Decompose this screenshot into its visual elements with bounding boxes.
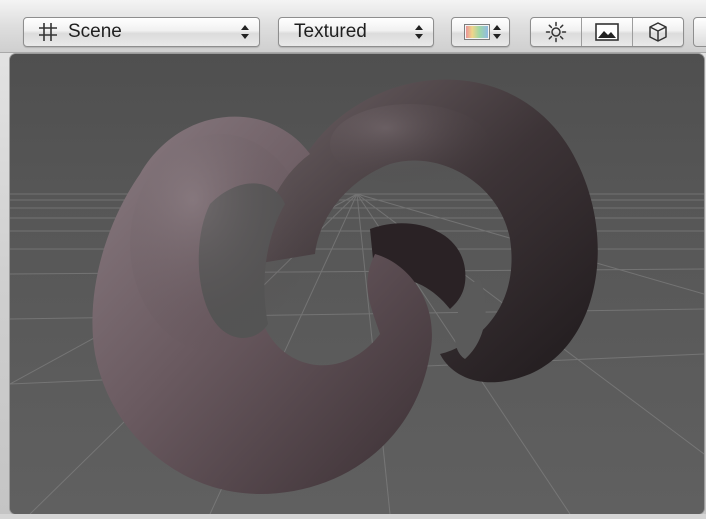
scene-toolbar: Scene Textured [0,0,706,53]
overflow-button[interactable] [693,17,706,47]
viewport-canvas [10,54,704,514]
color-swatch-icon [464,24,490,40]
render-mode-label: Textured [294,21,367,42]
updown-arrows-icon [493,24,501,40]
image-icon [595,23,619,41]
view-mode-label: Scene [68,21,122,42]
scene-viewport[interactable] [10,54,704,514]
grid-icon [39,23,57,41]
render-mode-dropdown[interactable]: Textured [278,17,434,47]
view-mode-dropdown[interactable]: Scene [23,17,260,47]
scene-view-window: Scene Textured [0,0,706,519]
updown-arrows-icon [415,24,423,40]
color-mode-dropdown[interactable] [451,17,510,47]
cube-icon [649,22,667,42]
gizmo-toggle-button[interactable] [633,18,683,46]
updown-arrows-icon [241,24,249,40]
sun-lighting-icon [545,21,567,43]
image-toggle-button[interactable] [582,18,633,46]
lighting-toggle-button[interactable] [531,18,582,46]
scene-toggle-group [530,17,684,47]
window-bottom-edge [0,514,706,519]
